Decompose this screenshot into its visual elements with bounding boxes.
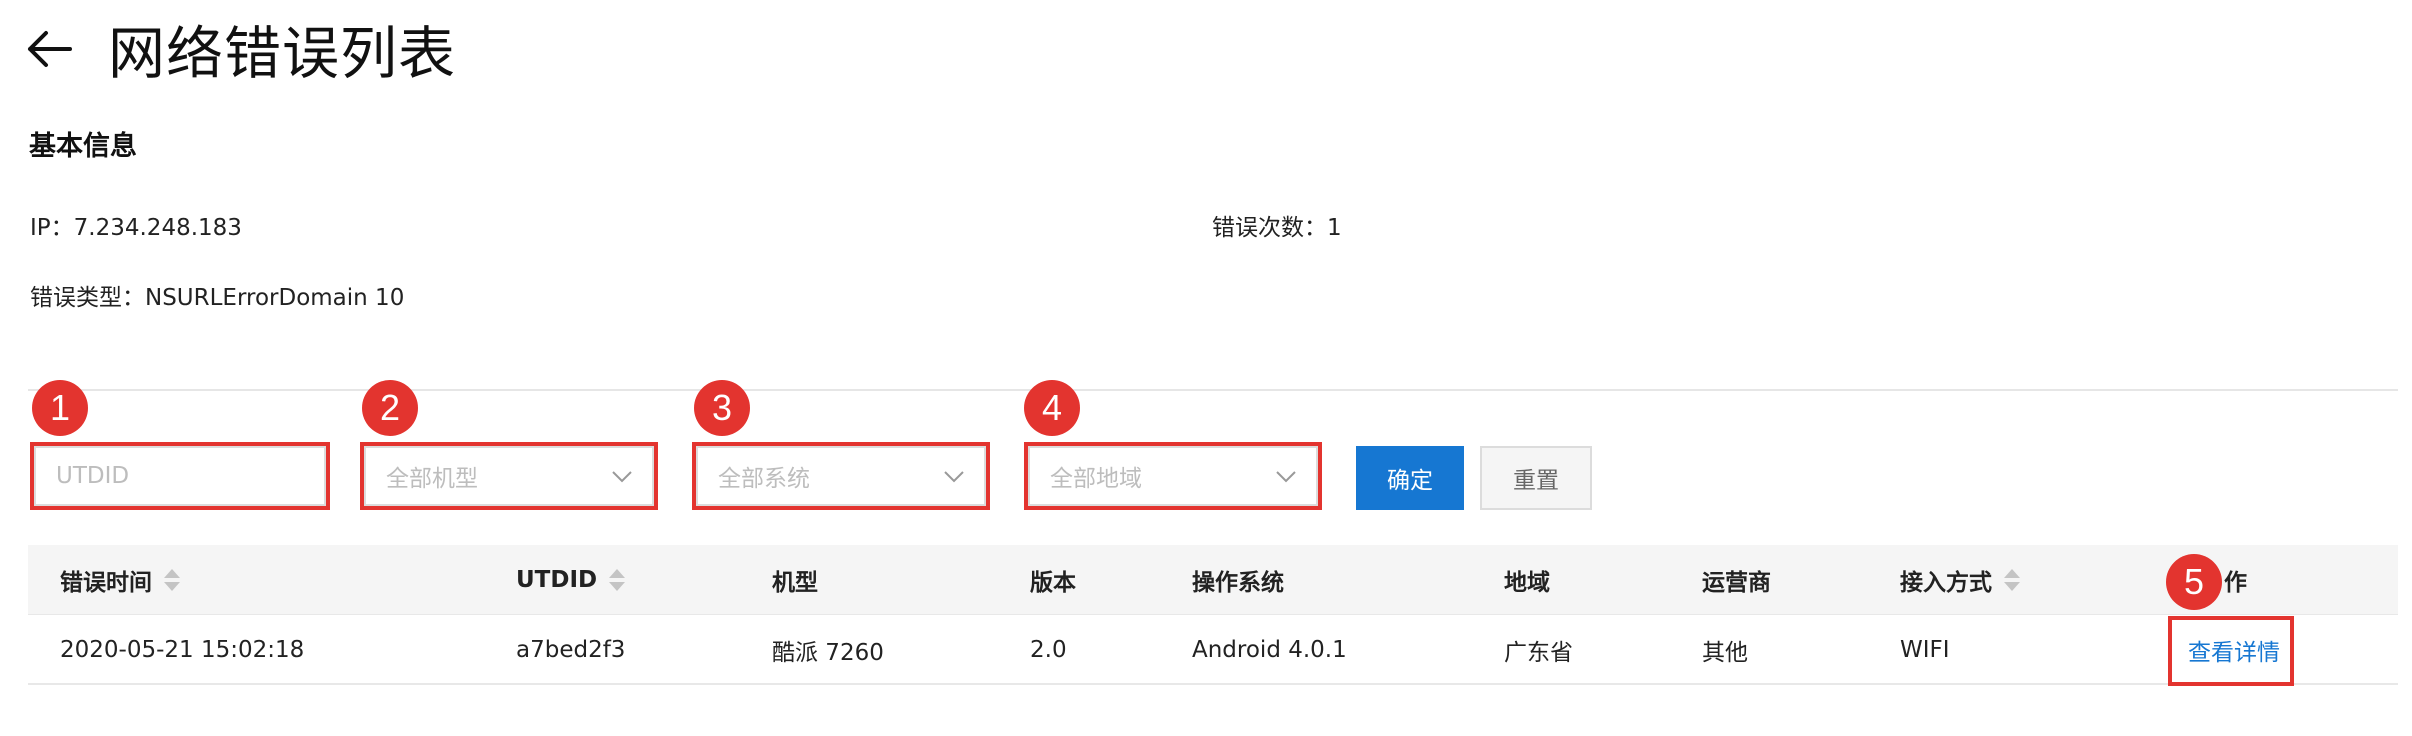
cell-access: WIFI — [1900, 637, 1950, 663]
cell-utdid: a7bed2f3 — [516, 637, 626, 663]
model-select[interactable]: 全部机型 — [364, 446, 654, 506]
header-action: 作 — [2224, 570, 2247, 596]
cell-region: 广东省 — [1504, 640, 1573, 666]
header-error-time[interactable]: 错误时间 — [60, 545, 180, 615]
os-select[interactable]: 全部系统 — [696, 446, 986, 506]
chevron-down-icon — [944, 471, 964, 483]
error-table: 错误时间 UTDID 机型 版本 操作系统 地域 运营商 接入方式 作 2020… — [28, 545, 2398, 685]
reset-button[interactable]: 重置 — [1480, 446, 1592, 510]
header-utdid[interactable]: UTDID — [516, 545, 626, 615]
annotation-badge-2: 2 — [362, 380, 418, 436]
error-count-info: 错误次数：1 — [1212, 215, 1342, 241]
header-os: 操作系统 — [1192, 570, 1284, 596]
annotation-badge-3: 3 — [694, 380, 750, 436]
header-access[interactable]: 接入方式 — [1900, 545, 2020, 615]
cell-carrier: 其他 — [1702, 640, 1748, 666]
page-header: 网络错误列表 — [26, 14, 456, 87]
model-select-value: 全部机型 — [386, 466, 478, 492]
header-carrier: 运营商 — [1702, 570, 1771, 596]
ip-info: IP：7.234.248.183 — [30, 215, 242, 241]
cell-error-time: 2020-05-21 15:02:18 — [60, 637, 305, 663]
page-title: 网络错误列表 — [108, 21, 456, 87]
region-select[interactable]: 全部地域 — [1028, 446, 1318, 506]
cell-model: 酷派 7260 — [772, 640, 884, 666]
back-button[interactable] — [26, 23, 78, 75]
header-version: 版本 — [1030, 570, 1076, 596]
annotation-badge-5: 5 — [2166, 554, 2222, 610]
cell-os: Android 4.0.1 — [1192, 637, 1347, 663]
region-select-value: 全部地域 — [1050, 466, 1142, 492]
chevron-down-icon — [1276, 471, 1296, 483]
utdid-field[interactable] — [34, 446, 326, 506]
view-details-link[interactable]: 查看详情 — [2188, 615, 2280, 685]
os-select-value: 全部系统 — [718, 466, 810, 492]
header-model: 机型 — [772, 570, 818, 596]
table-row: 2020-05-21 15:02:18 a7bed2f3 酷派 7260 2.0… — [28, 615, 2398, 685]
table-header: 错误时间 UTDID 机型 版本 操作系统 地域 运营商 接入方式 作 — [28, 545, 2398, 615]
basic-info-title: 基本信息 — [29, 131, 137, 162]
chevron-down-icon — [612, 471, 632, 483]
cell-version: 2.0 — [1030, 637, 1067, 663]
sort-icon[interactable] — [609, 569, 626, 591]
confirm-button[interactable]: 确定 — [1356, 446, 1464, 510]
annotation-badge-4: 4 — [1024, 380, 1080, 436]
error-type-info: 错误类型：NSURLErrorDomain 10 — [30, 285, 405, 311]
utdid-input[interactable] — [36, 448, 324, 504]
sort-icon[interactable] — [2004, 569, 2020, 591]
arrow-left-icon — [28, 31, 72, 67]
header-region: 地域 — [1504, 570, 1550, 596]
annotation-badge-1: 1 — [32, 380, 88, 436]
sort-icon[interactable] — [164, 569, 180, 591]
